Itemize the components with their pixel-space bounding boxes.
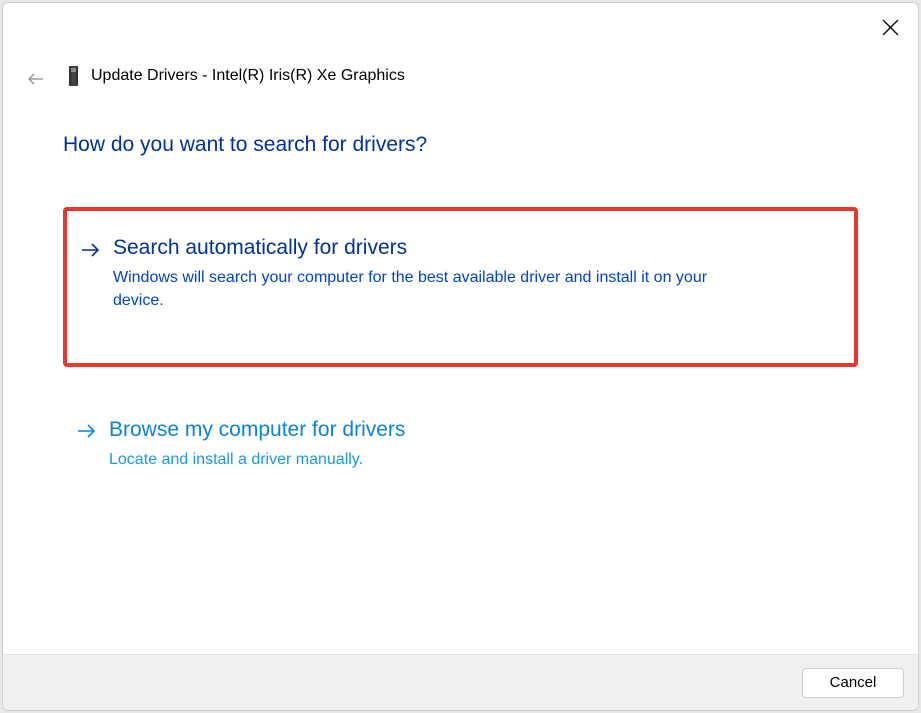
option-search-automatically[interactable]: Search automatically for drivers Windows… [63,207,858,367]
arrow-right-icon [77,417,97,443]
dialog-title-row: Update Drivers - Intel(R) Iris(R) Xe Gra… [65,65,405,87]
page-heading: How do you want to search for drivers? [63,133,858,157]
close-icon [882,19,899,36]
update-drivers-dialog: Update Drivers - Intel(R) Iris(R) Xe Gra… [2,2,919,711]
dialog-title: Update Drivers - Intel(R) Iris(R) Xe Gra… [91,67,405,85]
option-title: Browse my computer for drivers [109,417,844,442]
option-title: Search automatically for drivers [113,235,840,260]
option-body: Browse my computer for drivers Locate an… [109,417,844,471]
option-description: Windows will search your computer for th… [113,266,733,312]
dialog-content: How do you want to search for drivers? S… [63,133,858,495]
device-tower-icon [65,65,81,87]
cancel-button[interactable]: Cancel [802,668,904,698]
option-browse-computer[interactable]: Browse my computer for drivers Locate an… [63,399,858,495]
back-button[interactable] [26,69,46,89]
cancel-button-label: Cancel [830,674,877,691]
arrow-left-icon [28,71,44,87]
dialog-footer: Cancel [3,654,918,710]
close-button[interactable] [880,17,900,37]
option-description: Locate and install a driver manually. [109,448,729,471]
option-body: Search automatically for drivers Windows… [113,235,840,313]
arrow-right-icon [81,235,101,261]
options-list: Search automatically for drivers Windows… [63,207,858,495]
